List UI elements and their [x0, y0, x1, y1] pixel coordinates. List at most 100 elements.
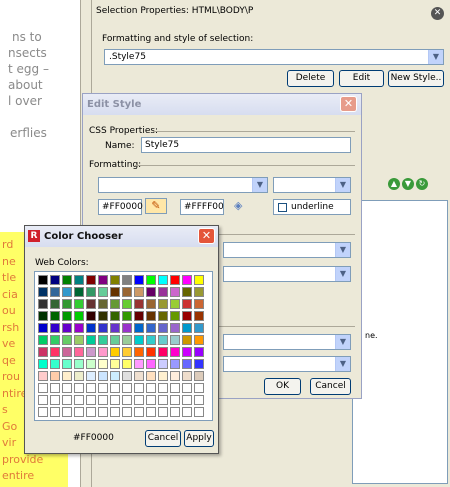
chevron-down-icon[interactable]: ▼: [335, 335, 350, 349]
color-swatch[interactable]: [146, 359, 156, 369]
color-swatch[interactable]: [98, 359, 108, 369]
color-swatch[interactable]: [98, 311, 108, 321]
color-swatch[interactable]: [98, 299, 108, 309]
color-swatch[interactable]: [134, 287, 144, 297]
close-icon[interactable]: ✕: [198, 228, 215, 244]
color-swatch[interactable]: [158, 323, 168, 333]
color-swatch[interactable]: [110, 311, 120, 321]
color-swatch[interactable]: [134, 323, 144, 333]
underline-option[interactable]: underline: [273, 199, 351, 215]
color-swatch[interactable]: [62, 383, 72, 393]
color-swatch[interactable]: [182, 347, 192, 357]
color-swatch[interactable]: [182, 335, 192, 345]
chevron-down-icon[interactable]: ▼: [252, 178, 267, 192]
color-swatch[interactable]: [38, 395, 48, 405]
color-swatch[interactable]: [122, 395, 132, 405]
color-swatch[interactable]: [74, 335, 84, 345]
property-select-4[interactable]: ▼: [223, 356, 351, 372]
color-swatch[interactable]: [146, 395, 156, 405]
color-swatch[interactable]: [38, 299, 48, 309]
color-swatch[interactable]: [86, 323, 96, 333]
color-swatch[interactable]: [86, 287, 96, 297]
color-swatch[interactable]: [86, 275, 96, 285]
color-swatch[interactable]: [170, 359, 180, 369]
color-swatch[interactable]: [98, 287, 108, 297]
color-swatch[interactable]: [122, 287, 132, 297]
color-swatch[interactable]: [158, 371, 168, 381]
color-swatch[interactable]: [134, 383, 144, 393]
color-swatch[interactable]: [86, 335, 96, 345]
color-swatch[interactable]: [146, 335, 156, 345]
color-swatch[interactable]: [170, 287, 180, 297]
color-swatch[interactable]: [62, 347, 72, 357]
color-swatch[interactable]: [146, 323, 156, 333]
chevron-down-icon[interactable]: ▼: [335, 267, 350, 281]
color-swatch[interactable]: [74, 395, 84, 405]
color-swatch[interactable]: [182, 299, 192, 309]
color-swatch[interactable]: [38, 371, 48, 381]
color-swatch[interactable]: [38, 407, 48, 417]
color-swatch[interactable]: [38, 359, 48, 369]
color-swatch[interactable]: [170, 347, 180, 357]
new-style-button[interactable]: New Style..: [388, 70, 444, 87]
color-swatch[interactable]: [122, 359, 132, 369]
property-select-1[interactable]: ▼: [223, 242, 351, 258]
color-swatch[interactable]: [38, 323, 48, 333]
color-swatch[interactable]: [134, 311, 144, 321]
color-swatch[interactable]: [158, 275, 168, 285]
color-swatch[interactable]: [194, 371, 204, 381]
color-swatch[interactable]: [38, 335, 48, 345]
color-swatch[interactable]: [62, 371, 72, 381]
color-swatch[interactable]: [182, 395, 192, 405]
color-swatch[interactable]: [170, 383, 180, 393]
color-swatch[interactable]: [86, 371, 96, 381]
color-swatch[interactable]: [50, 323, 60, 333]
color-swatch[interactable]: [98, 395, 108, 405]
color-swatch[interactable]: [74, 359, 84, 369]
color-swatch[interactable]: [110, 287, 120, 297]
chevron-down-icon[interactable]: ▼: [428, 50, 443, 64]
color-swatch[interactable]: [134, 335, 144, 345]
color-swatch[interactable]: [122, 335, 132, 345]
color-swatch[interactable]: [122, 311, 132, 321]
color-swatch[interactable]: [170, 311, 180, 321]
color-swatch[interactable]: [146, 311, 156, 321]
color-swatch[interactable]: [134, 407, 144, 417]
color-swatch[interactable]: [86, 347, 96, 357]
color-swatch[interactable]: [122, 371, 132, 381]
color-swatch[interactable]: [50, 395, 60, 405]
color-swatch[interactable]: [110, 275, 120, 285]
chevron-down-icon[interactable]: ▼: [335, 243, 350, 257]
color-swatch[interactable]: [194, 407, 204, 417]
color-swatch[interactable]: [50, 299, 60, 309]
color-swatch[interactable]: [50, 359, 60, 369]
edit-button[interactable]: Edit: [339, 70, 384, 87]
color-swatch[interactable]: [194, 383, 204, 393]
color-swatch[interactable]: [62, 407, 72, 417]
chevron-down-icon[interactable]: ▼: [335, 178, 350, 192]
color-swatch[interactable]: [194, 395, 204, 405]
color-swatch[interactable]: [38, 275, 48, 285]
color-swatch[interactable]: [194, 311, 204, 321]
color-swatch[interactable]: [50, 311, 60, 321]
color-swatch[interactable]: [62, 287, 72, 297]
cancel-button[interactable]: Cancel: [310, 378, 351, 395]
font-select[interactable]: ▼: [98, 177, 268, 193]
color-swatch[interactable]: [170, 275, 180, 285]
color-swatch[interactable]: [134, 347, 144, 357]
color-swatch[interactable]: [74, 311, 84, 321]
color-swatch[interactable]: [158, 407, 168, 417]
underline-checkbox[interactable]: [278, 203, 287, 212]
color-swatch[interactable]: [74, 287, 84, 297]
color-swatch[interactable]: [50, 383, 60, 393]
color-swatch[interactable]: [194, 275, 204, 285]
color-swatch[interactable]: [182, 275, 192, 285]
color-swatch[interactable]: [182, 383, 192, 393]
color-swatch[interactable]: [146, 299, 156, 309]
color-swatch[interactable]: [86, 383, 96, 393]
color-swatch[interactable]: [158, 287, 168, 297]
property-select-2[interactable]: ▼: [223, 266, 351, 282]
arrow-down-icon[interactable]: ▼: [402, 178, 414, 190]
color-swatch[interactable]: [50, 275, 60, 285]
color-swatch[interactable]: [158, 383, 168, 393]
